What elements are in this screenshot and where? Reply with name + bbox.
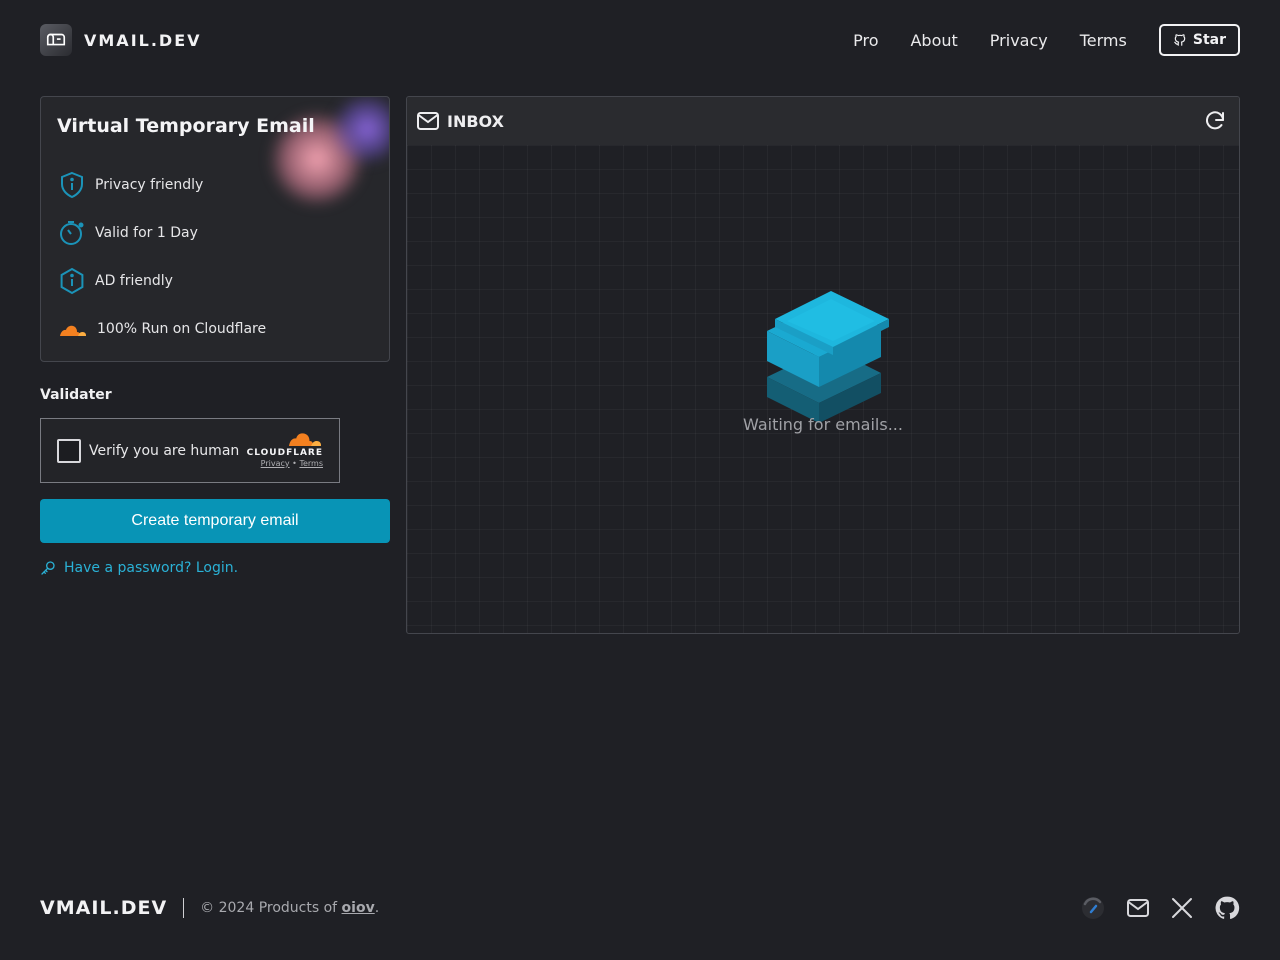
cloudflare-cloud-icon: [57, 314, 89, 344]
refresh-icon[interactable]: [1203, 109, 1227, 133]
cloudflare-logo: CLOUDFLARE Privacy • Terms: [247, 429, 323, 468]
speed-gauge-icon[interactable]: [1080, 895, 1106, 921]
company-link[interactable]: oiov: [342, 900, 375, 916]
feature-label: Privacy friendly: [95, 177, 204, 193]
nav-pro-link[interactable]: Pro: [853, 31, 878, 50]
feature-item: AD friendly: [57, 266, 173, 296]
copyright-text: © 2024 Products of oiov.: [200, 900, 379, 916]
github-star-button[interactable]: Star: [1158, 24, 1240, 56]
nav-terms-link[interactable]: Terms: [1080, 31, 1127, 50]
feature-label: AD friendly: [95, 273, 173, 289]
waiting-status: Waiting for emails...: [743, 415, 903, 434]
inbox-panel: INBOX Waiting for emails...: [406, 96, 1240, 634]
verify-checkbox[interactable]: [57, 438, 81, 463]
nav-privacy-link[interactable]: Privacy: [990, 31, 1048, 50]
logo-icon[interactable]: [40, 24, 72, 56]
footer-divider: [183, 898, 185, 918]
star-label: Star: [1192, 32, 1226, 48]
feature-label: Valid for 1 Day: [95, 225, 198, 241]
create-email-button[interactable]: Create temporary email: [40, 499, 390, 543]
feature-item: 100% Run on Cloudflare: [57, 314, 266, 344]
x-twitter-icon[interactable]: [1170, 896, 1194, 920]
feature-item: Valid for 1 Day: [57, 218, 198, 248]
key-icon: [41, 561, 55, 575]
brand-name[interactable]: VMAIL.DEV: [84, 31, 202, 50]
github-icon[interactable]: [1214, 895, 1240, 921]
validater-heading: Validater: [40, 387, 112, 403]
page-footer: VMAIL.DEV © 2024 Products of oiov.: [40, 892, 1240, 924]
feature-label: 100% Run on Cloudflare: [97, 321, 267, 337]
cloudflare-wordmark: CLOUDFLARE: [246, 448, 323, 458]
info-hexagon-icon: [57, 266, 87, 296]
mail-icon: [417, 112, 439, 130]
inbox-header: INBOX: [407, 97, 1239, 145]
nav-about-link[interactable]: About: [910, 31, 957, 50]
shield-info-icon: [57, 170, 87, 200]
captcha-terms-link[interactable]: Terms: [299, 459, 323, 468]
main-nav: Pro About Privacy Terms: [853, 31, 1127, 50]
cloudflare-cloud-icon: [289, 433, 322, 446]
captcha-links: Privacy • Terms: [261, 459, 323, 468]
login-link[interactable]: Have a password? Login.: [40, 560, 238, 576]
link-separator: •: [292, 459, 297, 468]
inbox-title: INBOX: [447, 111, 504, 131]
copyright-suffix: .: [374, 900, 380, 916]
card-title: Virtual Temporary Email: [57, 115, 315, 137]
social-links: [1060, 895, 1240, 921]
login-label: Have a password? Login.: [64, 560, 239, 576]
top-header: VMAIL.DEV Pro About Privacy Terms Star: [40, 24, 1240, 56]
feature-item: Privacy friendly: [57, 170, 203, 200]
captcha-privacy-link[interactable]: Privacy: [261, 459, 290, 468]
github-icon: [1174, 34, 1186, 46]
features-card: Virtual Temporary Email Privacy friendly…: [40, 96, 390, 362]
footer-brand[interactable]: VMAIL.DEV: [40, 897, 167, 919]
mail-icon[interactable]: [1126, 898, 1150, 918]
captcha-widget: Verify you are human CLOUDFLARE Privacy …: [40, 418, 340, 483]
empty-inbox-illustration: [767, 291, 889, 423]
timer-icon: [57, 218, 87, 248]
verify-label: Verify you are human: [89, 442, 240, 459]
copyright-prefix: © 2024 Products of: [200, 900, 342, 916]
